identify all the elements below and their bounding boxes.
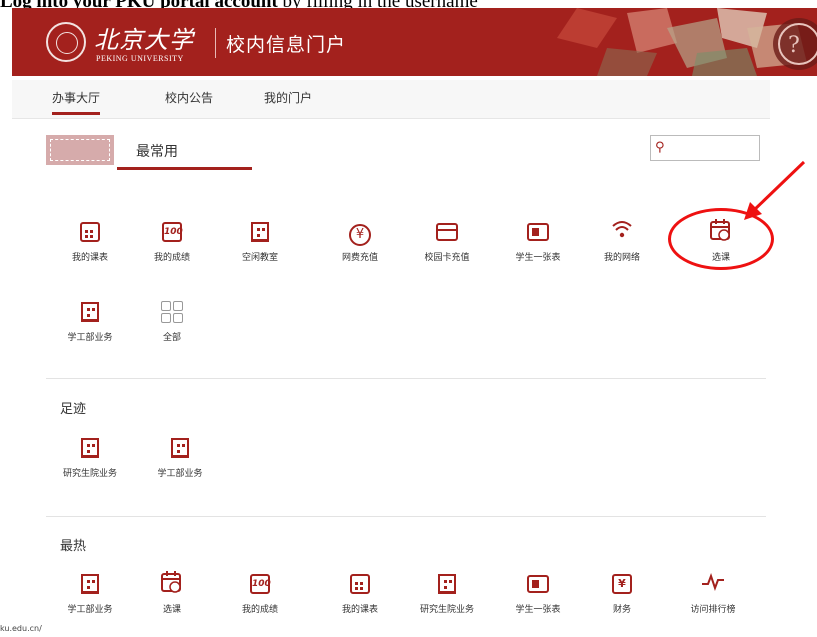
service-label: 我的课表 bbox=[71, 253, 108, 263]
service-label: 学生一张表 bbox=[515, 253, 561, 263]
all-grid-icon bbox=[158, 298, 186, 326]
calendar-grid-icon bbox=[346, 570, 374, 598]
hot-my-grades[interactable]: 100 我的成绩 bbox=[222, 570, 298, 615]
footprint-student-affairs[interactable]: 学工部业务 bbox=[142, 434, 218, 479]
header-divider bbox=[215, 28, 216, 58]
annotation-arrow bbox=[744, 160, 806, 220]
hot-finance[interactable]: ¥ 财务 bbox=[584, 570, 660, 615]
section-divider bbox=[46, 378, 766, 379]
hot-course-selection[interactable]: 选课 bbox=[134, 570, 210, 615]
service-label: 校园卡充值 bbox=[424, 253, 470, 263]
favorites-label: 最常用 bbox=[136, 144, 178, 160]
footprints-title: 足迹 bbox=[60, 402, 87, 417]
service-label: 学工部业务 bbox=[157, 469, 203, 479]
university-name: 北京大学 bbox=[94, 26, 194, 54]
search-icon: ⚲ bbox=[655, 140, 665, 155]
hot-student-form[interactable]: 学生一张表 bbox=[500, 570, 576, 615]
service-label: 网费充值 bbox=[341, 253, 378, 263]
id-card-icon bbox=[524, 570, 552, 598]
building-icon bbox=[433, 570, 461, 598]
tab-my-portal[interactable]: 我的门户 bbox=[264, 89, 312, 106]
footprint-graduate-school[interactable]: 研究生院业务 bbox=[52, 434, 128, 479]
section-divider bbox=[46, 516, 766, 517]
course-select-svg bbox=[161, 571, 181, 593]
service-student-form[interactable]: 学生一张表 bbox=[500, 218, 576, 263]
service-label: 财务 bbox=[612, 605, 631, 615]
building-icon bbox=[246, 218, 274, 246]
service-label: 空闲教室 bbox=[241, 253, 278, 263]
main-nav: 办事大厅 校内公告 我的门户 bbox=[12, 80, 770, 119]
finance-icon: ¥ bbox=[608, 570, 636, 598]
hot-graduate-school[interactable]: 研究生院业务 bbox=[409, 570, 485, 615]
service-my-grades[interactable]: 100 我的成绩 bbox=[134, 218, 210, 263]
service-label: 学生一张表 bbox=[515, 605, 561, 615]
hot-my-timetable[interactable]: 我的课表 bbox=[322, 570, 398, 615]
hot-visit-ranking[interactable]: 访问排行榜 bbox=[675, 570, 751, 615]
service-label: 研究生院业务 bbox=[62, 469, 117, 479]
favorites-underline bbox=[117, 167, 252, 170]
service-label: 我的课表 bbox=[341, 605, 378, 615]
service-label: 学工部业务 bbox=[67, 333, 113, 343]
course-select-icon bbox=[158, 570, 186, 598]
hottest-title: 最热 bbox=[60, 539, 87, 554]
service-network-recharge[interactable]: ¥ 网费充值 bbox=[322, 218, 398, 263]
service-my-network[interactable]: 我的网络 bbox=[584, 218, 660, 263]
service-label: 研究生院业务 bbox=[419, 605, 474, 615]
card-icon bbox=[433, 218, 461, 246]
portal-header: 北京大学 PEKING UNIVERSITY 校内信息门户 ? bbox=[12, 8, 817, 76]
wifi-svg bbox=[612, 221, 632, 238]
service-student-affairs[interactable]: 学工部业务 bbox=[52, 298, 128, 343]
service-label: 学工部业务 bbox=[67, 605, 113, 615]
calendar-grid-icon bbox=[76, 218, 104, 246]
service-all[interactable]: 全部 bbox=[134, 298, 210, 343]
building-icon bbox=[76, 570, 104, 598]
pulse-icon bbox=[699, 570, 727, 598]
service-label: 选课 bbox=[162, 605, 181, 615]
service-campus-card-recharge[interactable]: 校园卡充值 bbox=[409, 218, 485, 263]
building-icon bbox=[76, 298, 104, 326]
favorites-stamp-image bbox=[46, 135, 114, 165]
status-bar-url: ku.edu.cn/ bbox=[0, 624, 42, 633]
service-my-timetable[interactable]: 我的课表 bbox=[52, 218, 128, 263]
wifi-icon bbox=[608, 218, 636, 246]
service-label: 我的网络 bbox=[603, 253, 640, 263]
service-label: 我的成绩 bbox=[241, 605, 278, 615]
banner-decoration: ? bbox=[557, 8, 817, 76]
pku-seal-icon bbox=[46, 22, 86, 62]
building-icon bbox=[166, 434, 194, 462]
tab-service-hall[interactable]: 办事大厅 bbox=[52, 89, 101, 115]
service-label: 全部 bbox=[162, 333, 181, 343]
tab-announcements[interactable]: 校内公告 bbox=[165, 89, 213, 106]
svg-text:?: ? bbox=[788, 33, 800, 58]
service-label: 访问排行榜 bbox=[690, 605, 736, 615]
portal-title: 校内信息门户 bbox=[226, 34, 347, 56]
hot-student-affairs[interactable]: 学工部业务 bbox=[52, 570, 128, 615]
building-icon bbox=[76, 434, 104, 462]
service-free-classrooms[interactable]: 空闲教室 bbox=[222, 218, 298, 263]
university-english-name: PEKING UNIVERSITY bbox=[96, 54, 184, 63]
grade-100-icon: 100 bbox=[158, 218, 186, 246]
grade-100-icon: 100 bbox=[246, 570, 274, 598]
service-label: 我的成绩 bbox=[153, 253, 190, 263]
id-card-icon bbox=[524, 218, 552, 246]
pulse-svg bbox=[702, 573, 724, 591]
yen-coin-icon: ¥ bbox=[346, 218, 374, 246]
